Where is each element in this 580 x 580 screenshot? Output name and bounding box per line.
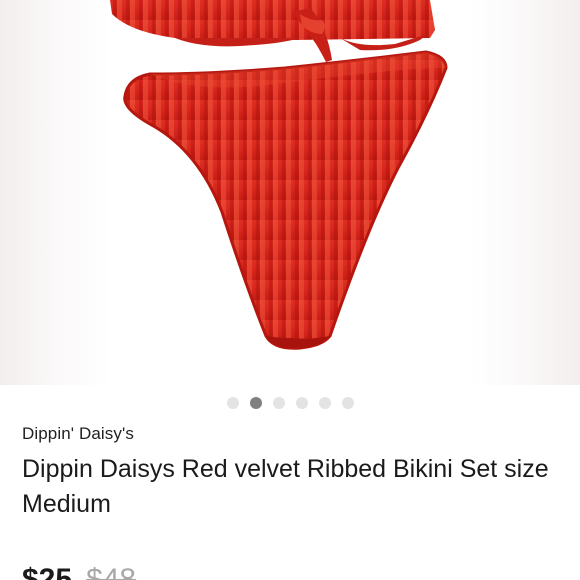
carousel-dot[interactable] bbox=[341, 397, 354, 409]
listing-page: Dippin' Daisy's Dippin Daisys Red velvet… bbox=[0, 0, 580, 580]
product-image[interactable] bbox=[0, 0, 580, 385]
carousel-dot[interactable] bbox=[318, 397, 331, 409]
brand-link[interactable]: Dippin' Daisy's bbox=[22, 424, 134, 444]
carousel-dot[interactable] bbox=[272, 397, 285, 409]
carousel-dot-active[interactable] bbox=[249, 397, 262, 409]
original-price: $48 bbox=[86, 563, 137, 580]
current-price: $25 bbox=[22, 563, 73, 580]
bikini-illustration bbox=[110, 0, 448, 350]
bikini-bottom bbox=[123, 50, 448, 350]
price-row: $25 $48 bbox=[22, 560, 136, 580]
carousel-dot[interactable] bbox=[295, 397, 308, 409]
listing-title: Dippin Daisys Red velvet Ribbed Bikini S… bbox=[22, 455, 549, 518]
bikini-top bbox=[110, 0, 435, 62]
image-carousel-dots bbox=[0, 396, 580, 410]
carousel-dot[interactable] bbox=[226, 397, 239, 409]
